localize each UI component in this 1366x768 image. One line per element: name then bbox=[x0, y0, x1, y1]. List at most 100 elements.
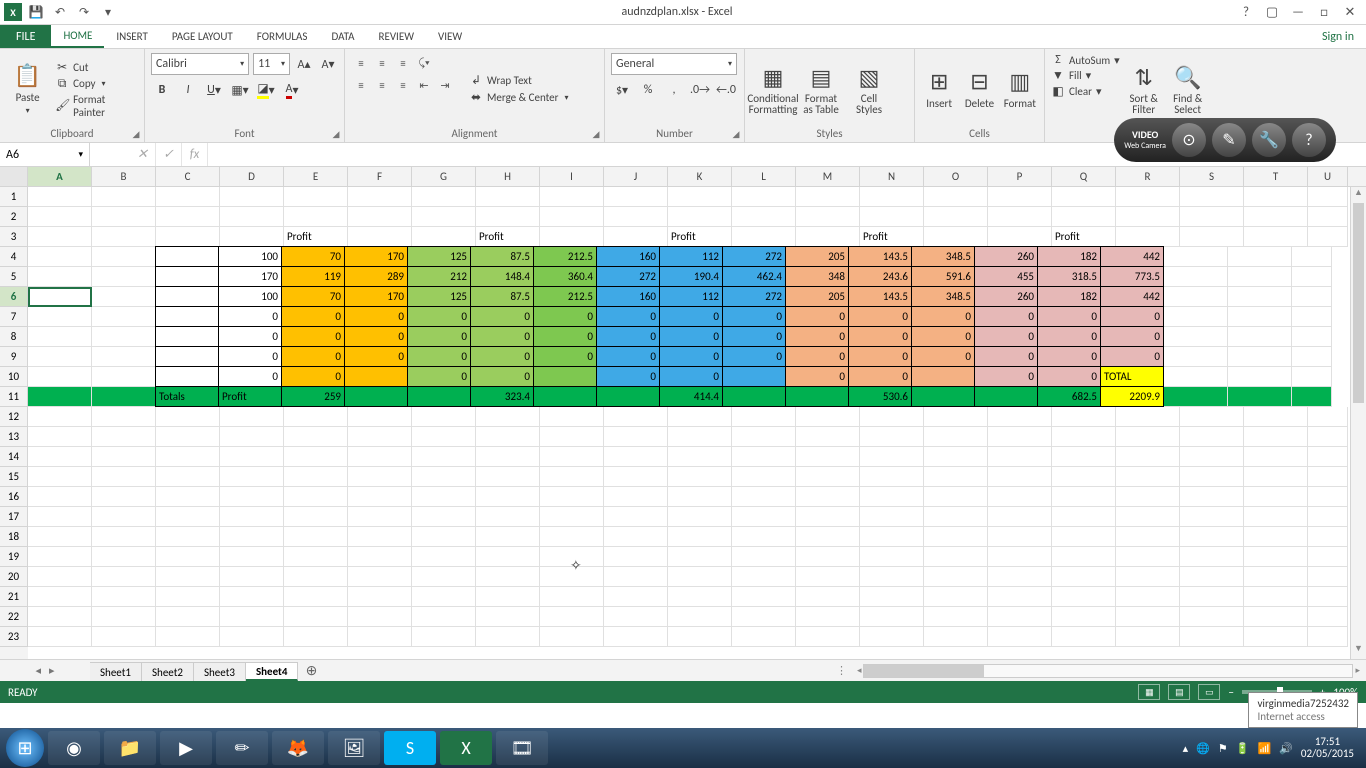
cell-N22[interactable] bbox=[860, 607, 924, 627]
cell-N1[interactable] bbox=[860, 187, 924, 207]
row-header-20[interactable]: 20 bbox=[0, 567, 28, 587]
vertical-scrollbar[interactable]: ▲ ▼ bbox=[1350, 187, 1366, 659]
sheet-tab-sheet3[interactable]: Sheet3 bbox=[194, 662, 246, 681]
scroll-left-icon[interactable]: ◂ bbox=[857, 665, 862, 676]
cell-Q4[interactable]: 182 bbox=[1037, 246, 1101, 267]
cell-R10[interactable]: TOTAL bbox=[1100, 366, 1164, 387]
align-top-icon[interactable]: ≡ bbox=[351, 53, 371, 73]
cell-J19[interactable] bbox=[604, 547, 668, 567]
cell-L17[interactable] bbox=[732, 507, 796, 527]
col-header-C[interactable]: C bbox=[156, 167, 220, 186]
cell-L1[interactable] bbox=[732, 187, 796, 207]
normal-view-icon[interactable]: ▦ bbox=[1138, 684, 1160, 700]
cell-C15[interactable] bbox=[156, 467, 220, 487]
cell-G7[interactable]: 0 bbox=[407, 306, 471, 327]
cell-T10[interactable] bbox=[1228, 367, 1292, 387]
cell-S5[interactable] bbox=[1164, 267, 1228, 287]
col-header-O[interactable]: O bbox=[924, 167, 988, 186]
cell-C12[interactable] bbox=[156, 407, 220, 427]
cell-K17[interactable] bbox=[668, 507, 732, 527]
cell-A8[interactable] bbox=[28, 327, 92, 347]
cell-G3[interactable] bbox=[412, 227, 476, 247]
cell-L2[interactable] bbox=[732, 207, 796, 227]
cell-E18[interactable] bbox=[284, 527, 348, 547]
cell-B3[interactable] bbox=[92, 227, 156, 247]
cell-A18[interactable] bbox=[28, 527, 92, 547]
cell-P22[interactable] bbox=[988, 607, 1052, 627]
cell-E23[interactable] bbox=[284, 627, 348, 647]
cell-U14[interactable] bbox=[1308, 447, 1348, 467]
cell-P10[interactable]: 0 bbox=[974, 366, 1038, 387]
cell-Q6[interactable]: 182 bbox=[1037, 286, 1101, 307]
cell-H18[interactable] bbox=[476, 527, 540, 547]
cell-P1[interactable] bbox=[988, 187, 1052, 207]
cell-O6[interactable]: 348.5 bbox=[911, 286, 975, 307]
cell-K5[interactable]: 190.4 bbox=[659, 266, 723, 287]
maximize-icon[interactable]: □ bbox=[1314, 2, 1334, 22]
cell-U18[interactable] bbox=[1308, 527, 1348, 547]
comma-button[interactable]: , bbox=[663, 79, 685, 101]
cell-I21[interactable] bbox=[540, 587, 604, 607]
cell-J5[interactable]: 272 bbox=[596, 266, 660, 287]
autosum-button[interactable]: ΣAutoSum ▾ bbox=[1051, 53, 1120, 67]
cell-R3[interactable] bbox=[1116, 227, 1180, 247]
cell-J13[interactable] bbox=[604, 427, 668, 447]
cell-F10[interactable] bbox=[344, 366, 408, 387]
cell-A23[interactable] bbox=[28, 627, 92, 647]
font-name-combo[interactable]: Calibri▾ bbox=[151, 53, 249, 75]
cell-P2[interactable] bbox=[988, 207, 1052, 227]
video-btn-3[interactable]: 🔧 bbox=[1252, 123, 1286, 157]
cell-E17[interactable] bbox=[284, 507, 348, 527]
cell-G19[interactable] bbox=[412, 547, 476, 567]
cell-D7[interactable]: 0 bbox=[218, 306, 282, 327]
cell-R16[interactable] bbox=[1116, 487, 1180, 507]
row-header-2[interactable]: 2 bbox=[0, 207, 28, 227]
cell-T22[interactable] bbox=[1244, 607, 1308, 627]
cell-F14[interactable] bbox=[348, 447, 412, 467]
cell-L18[interactable] bbox=[732, 527, 796, 547]
cell-D21[interactable] bbox=[220, 587, 284, 607]
accounting-button[interactable]: $▾ bbox=[611, 79, 633, 101]
cell-R13[interactable] bbox=[1116, 427, 1180, 447]
cell-B12[interactable] bbox=[92, 407, 156, 427]
italic-button[interactable]: I bbox=[177, 79, 199, 101]
cell-K9[interactable]: 0 bbox=[659, 346, 723, 367]
sheet-nav-last-icon[interactable]: ▸ bbox=[49, 664, 55, 677]
cell-H6[interactable]: 87.5 bbox=[470, 286, 534, 307]
cell-E8[interactable]: 0 bbox=[281, 326, 345, 347]
cell-G17[interactable] bbox=[412, 507, 476, 527]
cell-A20[interactable] bbox=[28, 567, 92, 587]
cell-M13[interactable] bbox=[796, 427, 860, 447]
cell-C18[interactable] bbox=[156, 527, 220, 547]
row-header-16[interactable]: 16 bbox=[0, 487, 28, 507]
cell-D5[interactable]: 170 bbox=[218, 266, 282, 287]
cell-O22[interactable] bbox=[924, 607, 988, 627]
cell-O19[interactable] bbox=[924, 547, 988, 567]
cell-U20[interactable] bbox=[1308, 567, 1348, 587]
cell-F8[interactable]: 0 bbox=[344, 326, 408, 347]
cell-K4[interactable]: 112 bbox=[659, 246, 723, 267]
cell-L4[interactable]: 272 bbox=[722, 246, 786, 267]
cell-O4[interactable]: 348.5 bbox=[911, 246, 975, 267]
cell-M3[interactable] bbox=[796, 227, 860, 247]
cell-C16[interactable] bbox=[156, 487, 220, 507]
cell-D9[interactable]: 0 bbox=[218, 346, 282, 367]
find-select-button[interactable]: 🔍Find & Select bbox=[1168, 53, 1208, 125]
cell-K19[interactable] bbox=[668, 547, 732, 567]
cell-S19[interactable] bbox=[1180, 547, 1244, 567]
cell-J4[interactable]: 160 bbox=[596, 246, 660, 267]
cell-O8[interactable]: 0 bbox=[911, 326, 975, 347]
cell-N12[interactable] bbox=[860, 407, 924, 427]
cell-C4[interactable] bbox=[155, 246, 219, 267]
row-header-8[interactable]: 8 bbox=[0, 327, 28, 347]
cell-C7[interactable] bbox=[155, 306, 219, 327]
cell-O7[interactable]: 0 bbox=[911, 306, 975, 327]
decrease-decimal-button[interactable]: ←.0 bbox=[715, 79, 737, 101]
row-header-6[interactable]: 6 bbox=[0, 287, 28, 307]
col-header-E[interactable]: E bbox=[284, 167, 348, 186]
cell-L3[interactable] bbox=[732, 227, 796, 247]
cell-F6[interactable]: 170 bbox=[344, 286, 408, 307]
help-icon[interactable]: ? bbox=[1236, 2, 1256, 22]
cell-K15[interactable] bbox=[668, 467, 732, 487]
cell-R12[interactable] bbox=[1116, 407, 1180, 427]
